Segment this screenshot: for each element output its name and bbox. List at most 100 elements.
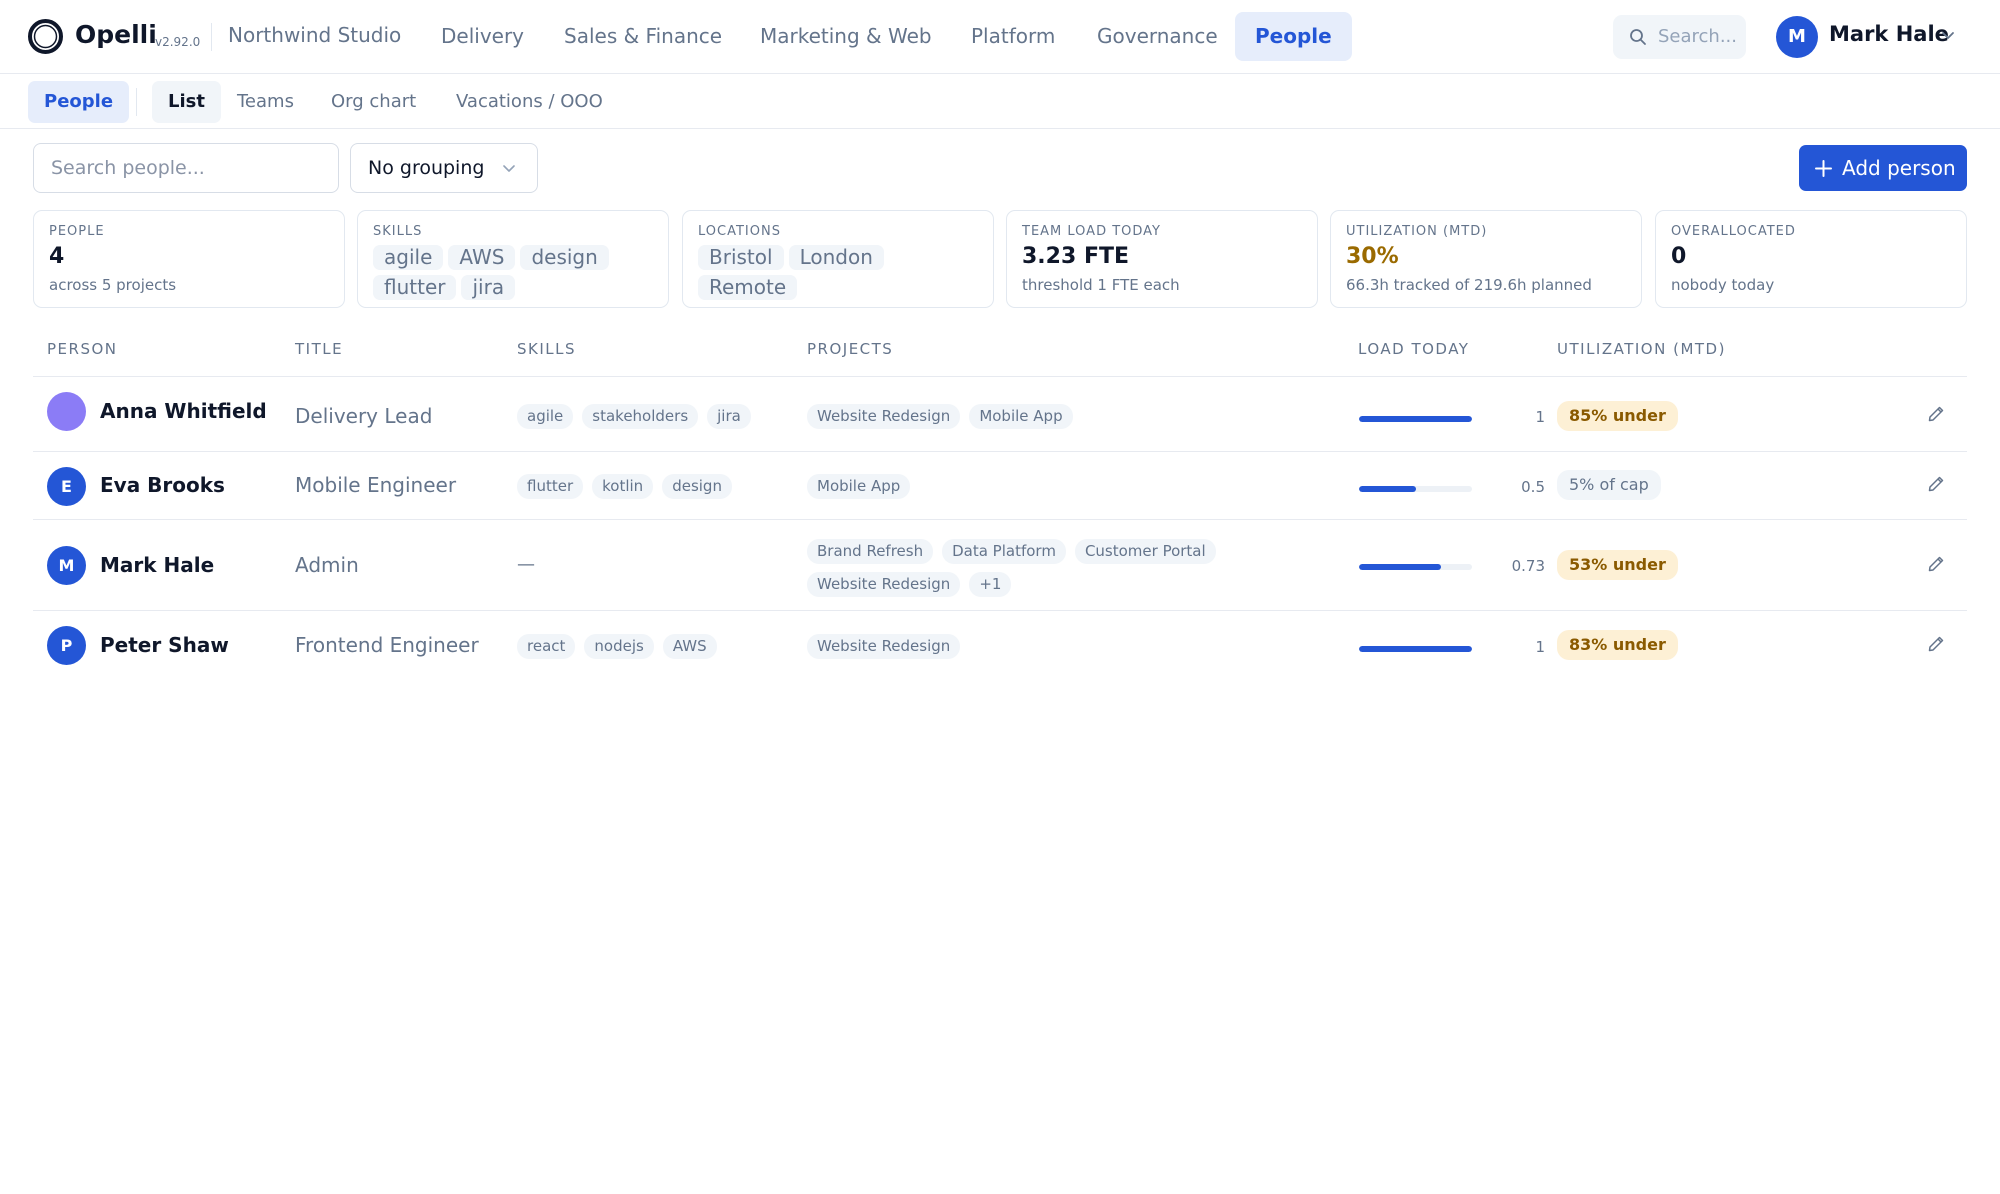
top-bar: Opelli v2.92.0 Northwind Studio Delivery… [0,0,2000,74]
add-person-button[interactable]: Add person [1799,145,1967,191]
pencil-icon[interactable] [1927,475,1945,493]
project-chip[interactable]: Website Redesign [807,572,961,597]
stat-label: LOCATIONS [698,224,781,239]
nav-delivery[interactable]: Delivery [421,12,544,61]
load-bar-fill [1359,486,1416,492]
workspace-name[interactable]: Northwind Studio [228,23,401,47]
grouping-select[interactable]: No grouping [350,143,538,193]
stat-value: 0 [1671,244,1687,269]
stat-card-locations: LOCATIONS Bristol London Remote [682,210,994,308]
person-title: Frontend Engineer [295,633,479,657]
global-search[interactable]: Search... [1613,15,1746,59]
skill-chip: nodejs [584,634,654,659]
chevron-down-icon[interactable] [1941,31,1955,41]
utilization-badge: 5% of cap [1557,470,1661,500]
person-name[interactable]: Eva Brooks [100,473,225,497]
project-chip[interactable]: Website Redesign [807,404,961,429]
column-header-title[interactable]: TITLE [295,340,343,358]
skills-empty: — [517,554,535,575]
divider [136,88,137,116]
load-bar [1359,486,1472,492]
stat-sub: threshold 1 FTE each [1022,276,1180,294]
load-value: 1 [1535,638,1545,656]
column-header-person[interactable]: PERSON [47,340,118,358]
project-list: Mobile App [807,474,1247,499]
sub-nav-section[interactable]: People [28,81,130,123]
skill-chip: design [520,245,609,270]
skill-chip: jira [707,404,751,429]
skill-chip: stakeholders [582,404,699,429]
project-list: Brand Refresh Data Platform Customer Por… [807,539,1247,597]
plus-icon [1815,160,1832,177]
load-value: 1 [1535,408,1545,426]
stat-card-overallocated: OVERALLOCATED 0 nobody today [1655,210,1967,308]
stat-value: 30% [1346,244,1399,269]
skill-chip: react [517,634,576,659]
person-name[interactable]: Anna Whitfield [100,399,267,423]
more-projects-chip[interactable]: +1 [969,572,1012,597]
stat-label: PEOPLE [49,224,105,239]
column-header-utilization[interactable]: UTILIZATION (MTD) [1557,340,1726,358]
tab-org-chart[interactable]: Org chart [315,81,432,123]
location-chip: Remote [698,275,798,300]
project-chip[interactable]: Mobile App [969,404,1073,429]
table-row[interactable]: E Eva Brooks Mobile Engineer flutter kot… [33,452,1967,520]
stat-label: SKILLS [373,224,423,239]
project-chip[interactable]: Data Platform [942,539,1066,564]
pencil-icon[interactable] [1927,405,1945,423]
load-value: 0.5 [1521,478,1545,496]
column-header-skills[interactable]: SKILLS [517,340,576,358]
utilization-badge: 83% under [1557,630,1678,660]
pencil-icon[interactable] [1927,635,1945,653]
load-bar [1359,646,1472,652]
project-chip[interactable]: Mobile App [807,474,911,499]
table-row[interactable]: M Mark Hale Admin — Brand Refresh Data P… [33,520,1967,611]
stat-sub: 66.3h tracked of 219.6h planned [1346,276,1592,294]
avatar [47,392,86,431]
avatar: M [47,546,86,585]
avatar: E [47,467,86,506]
location-chip: Bristol [698,245,784,270]
column-header-load-today[interactable]: LOAD TODAY [1358,340,1469,358]
project-chip[interactable]: Website Redesign [807,634,961,659]
skill-chip: agile [373,245,444,270]
table-row[interactable]: Anna Whitfield Delivery Lead agile stake… [33,377,1967,452]
person-name[interactable]: Mark Hale [100,553,214,577]
load-bar-fill [1359,646,1472,652]
user-avatar[interactable]: M [1776,16,1818,58]
person-name[interactable]: Peter Shaw [100,633,229,657]
nav-platform[interactable]: Platform [951,12,1075,61]
divider [211,23,212,51]
project-chip[interactable]: Brand Refresh [807,539,934,564]
nav-marketing-web[interactable]: Marketing & Web [740,12,952,61]
skill-chip: jira [461,275,516,300]
project-list: Website Redesign [807,634,1247,659]
skill-chip: design [662,474,732,499]
person-title: Mobile Engineer [295,473,457,497]
stat-value: 3.23 FTE [1022,244,1130,269]
stat-label: OVERALLOCATED [1671,224,1796,239]
people-search-input[interactable] [33,143,339,193]
location-chip: London [788,245,884,270]
load-bar [1359,416,1472,422]
tab-vacations-ooo[interactable]: Vacations / OOO [440,81,619,123]
project-chip[interactable]: Customer Portal [1074,539,1216,564]
tab-teams[interactable]: Teams [221,81,310,123]
stat-card-skills: SKILLS agile AWS design flutter jira [357,210,669,308]
skill-chip: AWS [662,634,717,659]
nav-people[interactable]: People [1235,12,1352,61]
table-row[interactable]: P Peter Shaw Frontend Engineer react nod… [33,611,1967,681]
stat-value: 4 [49,244,65,269]
stat-card-team-load: TEAM LOAD TODAY 3.23 FTE threshold 1 FTE… [1006,210,1318,308]
nav-governance[interactable]: Governance [1077,12,1238,61]
nav-sales-finance[interactable]: Sales & Finance [544,12,742,61]
app-name: Opelli [75,20,157,49]
project-list: Website Redesign Mobile App [807,404,1247,429]
tab-list[interactable]: List [152,81,221,123]
pencil-icon[interactable] [1927,555,1945,573]
stat-sub: nobody today [1671,276,1775,294]
user-name[interactable]: Mark Hale [1829,22,1949,46]
utilization-badge: 53% under [1557,550,1678,580]
column-header-projects[interactable]: PROJECTS [807,340,893,358]
person-title: Delivery Lead [295,404,433,428]
